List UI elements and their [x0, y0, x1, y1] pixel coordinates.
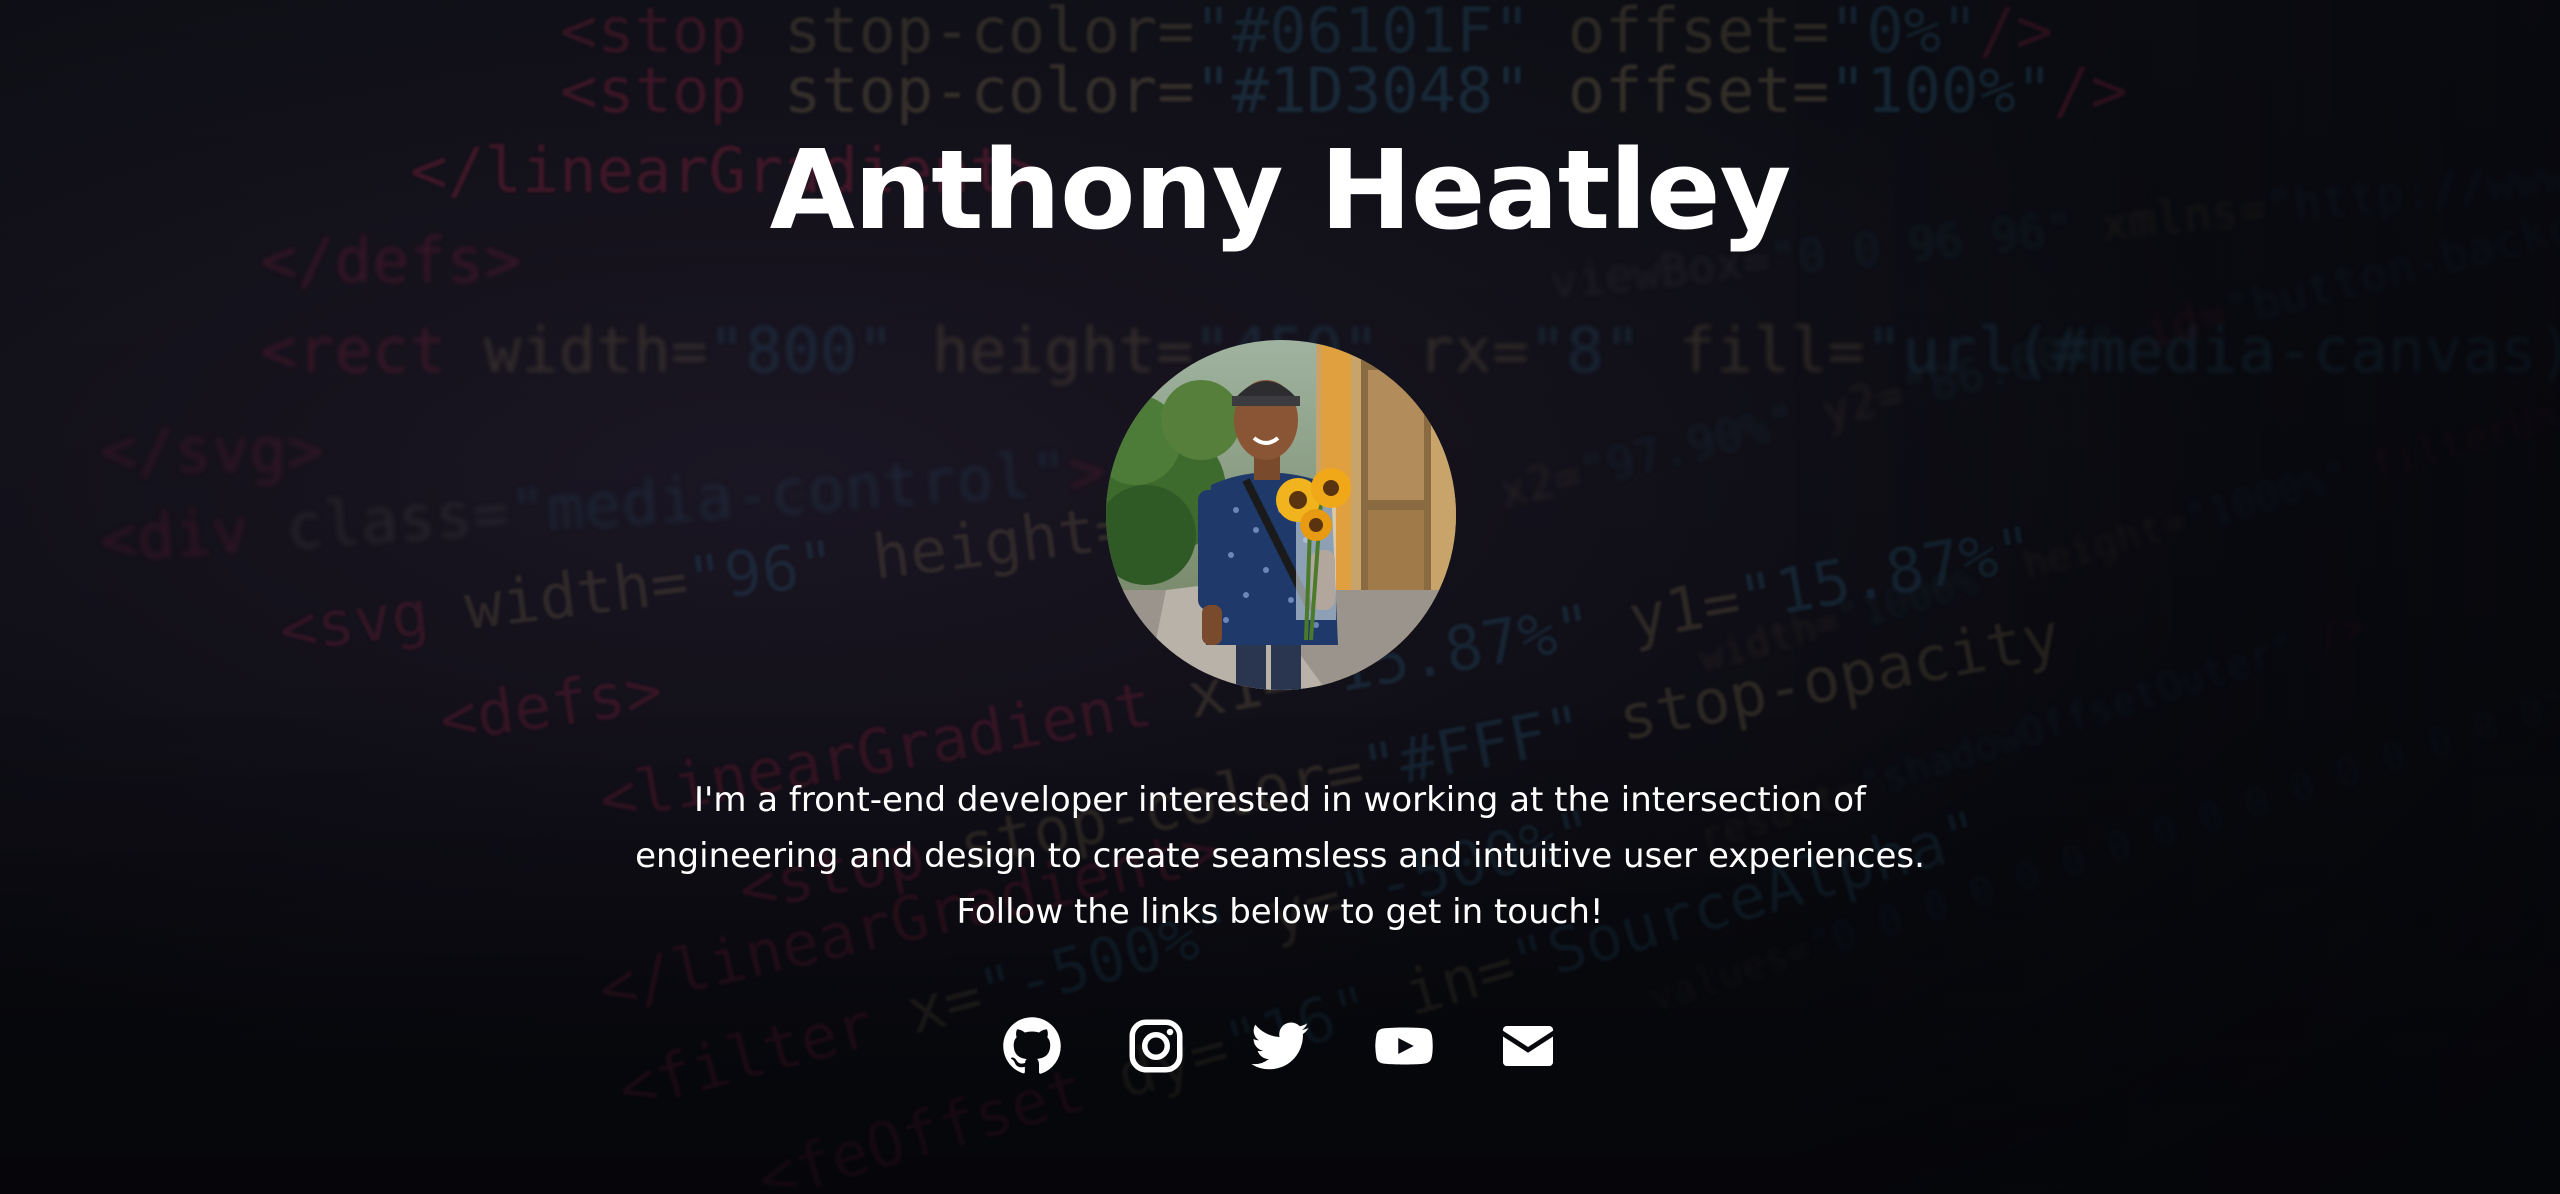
profile-name: Anthony Heatley [769, 126, 1792, 254]
social-links [0, 1016, 2560, 1076]
twitter-link[interactable] [1250, 1016, 1310, 1076]
bio-line: Follow the links below to get in touch! [956, 892, 1604, 932]
youtube-link[interactable] [1374, 1016, 1434, 1076]
instagram-icon [1129, 1019, 1183, 1073]
profile-content: Anthony Heatley I'm a front-end develope… [0, 0, 2560, 1194]
twitter-icon [1251, 1022, 1309, 1070]
avatar [1106, 340, 1456, 690]
landing-page: <stop stop-color="#06101F" offset="0%"/>… [0, 0, 2560, 1194]
github-link[interactable] [1002, 1016, 1062, 1076]
bio-text: I'm a front-end developer interested in … [580, 772, 1980, 940]
github-icon [1003, 1017, 1061, 1074]
bio-line: engineering and design to create seamsle… [635, 836, 1925, 876]
envelope-icon [1503, 1026, 1553, 1066]
bio-line: I'm a front-end developer interested in … [693, 780, 1867, 820]
email-link[interactable] [1498, 1016, 1558, 1076]
avatar-photo [1106, 340, 1456, 690]
instagram-link[interactable] [1126, 1016, 1186, 1076]
youtube-icon [1375, 1027, 1433, 1065]
